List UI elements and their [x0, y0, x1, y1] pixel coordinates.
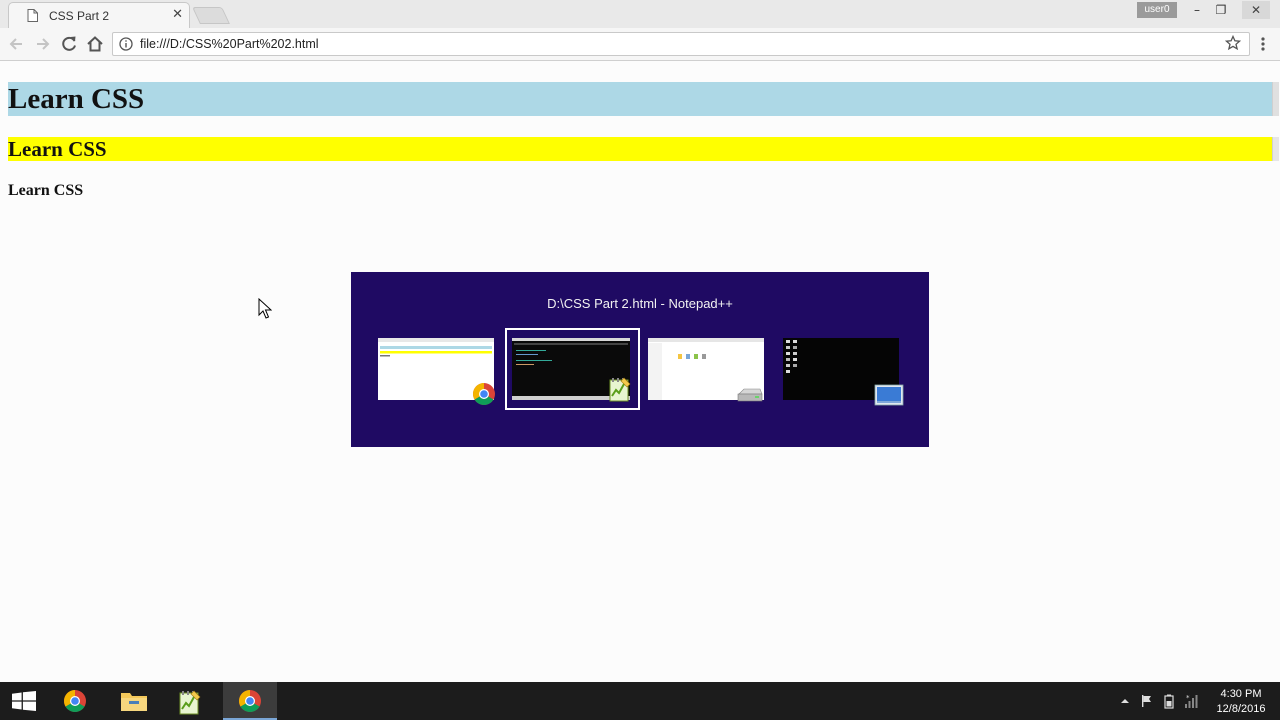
new-tab-button[interactable] — [192, 7, 230, 24]
taskbar-chrome[interactable] — [50, 682, 100, 720]
window-switcher: D:\CSS Part 2.html - Notepad++ — [351, 272, 929, 447]
address-bar[interactable]: file:///D:/CSS%20Part%202.html — [112, 32, 1250, 56]
file-explorer-icon — [121, 693, 147, 711]
heading-h4: Learn CSS — [8, 182, 84, 199]
page-scrollbar[interactable] — [1272, 82, 1279, 162]
tab-title: CSS Part 2 — [49, 9, 110, 23]
notepad-plus-plus-icon — [609, 377, 631, 402]
restore-button[interactable]: ❐ — [1208, 1, 1234, 19]
taskbar-notepad-plus-plus[interactable] — [166, 682, 216, 720]
tab-strip: CSS Part 2 ✕ user0 – ❐ ✕ — [0, 0, 1280, 28]
heading-h2: Learn CSS — [8, 137, 1272, 161]
tab-css-part-2[interactable]: CSS Part 2 ✕ — [8, 2, 190, 28]
clock-time: 4:30 PM — [1220, 688, 1262, 700]
scrollbar-segment — [1272, 137, 1279, 161]
desktop-icon — [874, 384, 904, 406]
back-arrow-icon[interactable] — [6, 33, 28, 55]
browser-toolbar: file:///D:/CSS%20Part%202.html — [0, 28, 1280, 61]
svg-text:*: * — [1186, 694, 1190, 702]
home-icon[interactable] — [84, 33, 106, 55]
minimize-button[interactable]: – — [1184, 1, 1210, 19]
user-badge[interactable]: user0 — [1137, 2, 1177, 18]
mouse-cursor-icon — [258, 298, 272, 319]
chrome-icon — [239, 690, 261, 712]
network-icon[interactable]: * — [1183, 693, 1199, 709]
tab-close-icon[interactable]: ✕ — [172, 7, 183, 22]
reload-icon[interactable] — [58, 33, 80, 55]
chrome-icon — [473, 383, 495, 405]
heading-h1: Learn CSS — [8, 82, 1272, 116]
start-button[interactable] — [0, 682, 50, 720]
switcher-thumb-desktop[interactable] — [779, 334, 904, 410]
show-hidden-icons-icon[interactable] — [1117, 693, 1133, 709]
switcher-thumb-drive[interactable] — [644, 334, 768, 410]
browser-menu-icon[interactable] — [1256, 36, 1270, 52]
bookmark-star-icon[interactable] — [1225, 35, 1241, 51]
chrome-icon — [64, 690, 86, 712]
close-window-button[interactable]: ✕ — [1242, 1, 1270, 19]
clock-date: 12/8/2016 — [1216, 703, 1266, 715]
url-text[interactable]: file:///D:/CSS%20Part%202.html — [140, 37, 319, 51]
taskbar: * 4:30 PM 12/8/2016 — [0, 682, 1280, 720]
taskbar-chrome-active[interactable] — [223, 682, 277, 720]
drive-icon — [737, 388, 763, 402]
windows-start-icon — [12, 691, 36, 711]
taskbar-file-explorer[interactable] — [109, 682, 159, 720]
battery-icon[interactable] — [1161, 693, 1177, 709]
document-icon — [27, 9, 38, 22]
forward-arrow-icon[interactable] — [31, 33, 53, 55]
info-icon[interactable] — [119, 37, 133, 51]
switcher-thumb-chrome[interactable] — [374, 334, 498, 410]
action-center-flag-icon[interactable] — [1139, 693, 1155, 709]
scrollbar-segment — [1272, 82, 1279, 116]
switcher-title: D:\CSS Part 2.html - Notepad++ — [547, 296, 733, 311]
notepad-plus-plus-icon — [179, 690, 201, 715]
switcher-thumb-notepad-plus-plus[interactable] — [505, 328, 640, 410]
system-clock[interactable]: 4:30 PM 12/8/2016 — [1206, 687, 1276, 717]
